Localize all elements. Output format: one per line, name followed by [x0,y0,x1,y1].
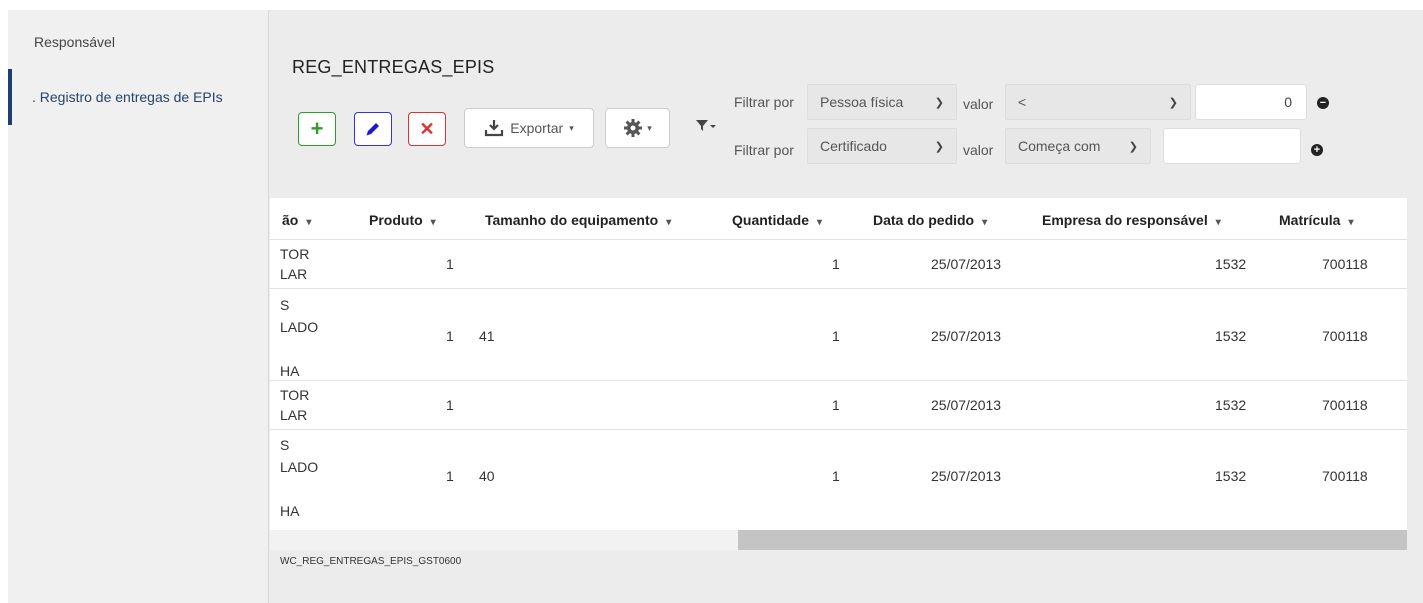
sort-icon: ▾ [817,217,823,228]
cell-data-pedido: 25/07/2013 [931,397,1002,413]
download-icon [485,120,504,137]
sort-icon: ▾ [1348,217,1354,228]
export-label: Exportar [510,120,564,136]
caret-down-icon: ▾ [647,122,652,133]
pencil-icon [366,123,379,136]
caret-down-icon: ▾ [569,122,574,133]
data-table: ão ▾ Produto ▾ Tamanho do equipamento ▾ Qua… [270,198,1407,530]
cell-produto: 1 [446,256,454,272]
sort-icon: ▾ [306,217,312,228]
sort-icon: ▾ [430,217,436,228]
cell-produto: 1 [446,397,454,413]
filter-field-select[interactable]: Pessoa física ❯ [807,84,957,120]
export-button[interactable]: Exportar ▾ [464,108,594,148]
remove-filter-button[interactable]: − [1317,97,1329,109]
cell-produto: 1 [446,468,454,484]
column-header[interactable]: Data do pedido ▾ [873,212,987,228]
filter-operator-select[interactable]: Começa com ❯ [1005,128,1151,164]
filter-label: Filtrar por [734,142,794,158]
cell-tamanho: 41 [479,328,495,344]
cell-quantidade: 1 [832,468,840,484]
table-row[interactable]: S LADO HA 1 41 1 25/07/2013 1532 700118 [270,290,1407,381]
filter-value-input[interactable] [1163,128,1301,164]
cell-quantidade: 1 [832,328,840,344]
table-row[interactable]: TOR LAR 1 1 25/07/2013 1532 700118 [270,241,1407,289]
table-row[interactable]: S LADO HA 1 40 1 25/07/2013 1532 700118 [270,431,1407,521]
cell-tamanho: 40 [479,468,495,484]
main-content: REG_ENTREGAS_EPIS + ✕ Exportar ▾ ▾ Filtr… [270,10,1423,603]
chevron-down-icon: ❯ [1168,96,1178,109]
edit-button[interactable] [354,112,392,146]
cell-empresa: 1532 [1215,328,1247,344]
filter-toggle-button[interactable] [695,118,717,135]
column-header[interactable]: Matrícula ▾ [1279,212,1354,228]
plus-icon: + [310,116,324,141]
cell-matricula: 700118 [1322,256,1368,272]
close-icon: ✕ [419,118,435,139]
sidebar-item-label: . Registro de entregas de EPIs [32,89,223,105]
cell-quantidade: 1 [832,397,840,413]
sidebar-header: Responsável [34,34,115,50]
chevron-down-icon: ❯ [934,96,944,109]
value-label: valor [963,142,994,158]
gear-icon [624,119,643,137]
cell-empresa: 1532 [1215,468,1247,484]
page-title: REG_ENTREGAS_EPIS [292,57,495,77]
cell-empresa: 1532 [1215,256,1247,272]
cell-quantidade: 1 [832,256,840,272]
cell-matricula: 700118 [1322,397,1368,413]
add-button[interactable]: + [298,112,336,146]
filter-field-select[interactable]: Certificado ❯ [807,128,957,164]
cell-matricula: 700118 [1322,468,1368,484]
truncated-cell: TOR LAR [280,246,310,282]
filter-value-input[interactable]: 0 [1195,84,1307,120]
sort-icon: ▾ [1215,217,1221,228]
horizontal-scrollbar[interactable] [270,530,1407,550]
cell-empresa: 1532 [1215,397,1247,413]
column-header[interactable]: Tamanho do equipamento ▾ [485,212,671,228]
truncated-cell: S LADO HA [280,297,319,379]
cell-data-pedido: 25/07/2013 [931,468,1002,484]
column-header[interactable]: Empresa do responsável ▾ [1042,212,1221,228]
scrollbar-thumb[interactable] [738,530,1407,550]
value-label: valor [963,96,994,112]
filter-label: Filtrar por [734,94,794,110]
truncated-cell: S LADO HA [280,437,319,519]
truncated-cell: TOR LAR [280,387,310,423]
delete-button[interactable]: ✕ [408,112,446,146]
table-row[interactable]: TOR LAR 1 1 25/07/2013 1532 700118 [270,382,1407,430]
sort-icon: ▾ [982,217,988,228]
sidebar: Responsável . Registro de entregas de EP… [8,10,269,603]
sidebar-item-registro-epis[interactable]: . Registro de entregas de EPIs [8,69,268,125]
column-header[interactable]: Produto ▾ [369,212,436,228]
column-header[interactable]: ão ▾ [282,212,311,228]
cell-produto: 1 [446,328,454,344]
form-code: WC_REG_ENTREGAS_EPIS_GST0600 [280,556,462,567]
chevron-down-icon: ❯ [934,140,944,153]
settings-button[interactable]: ▾ [605,108,670,148]
cell-matricula: 700118 [1322,328,1368,344]
chevron-down-icon: ❯ [1128,140,1138,153]
table-header: ão ▾ Produto ▾ Tamanho do equipamento ▾ Qua… [270,198,1407,240]
column-header[interactable]: Quantidade ▾ [732,212,822,228]
add-filter-button[interactable]: + [1311,144,1323,156]
cell-data-pedido: 25/07/2013 [931,256,1002,272]
cell-data-pedido: 25/07/2013 [931,328,1002,344]
sort-icon: ▾ [666,217,672,228]
filter-icon [696,120,716,131]
filter-operator-select[interactable]: < ❯ [1005,84,1191,120]
